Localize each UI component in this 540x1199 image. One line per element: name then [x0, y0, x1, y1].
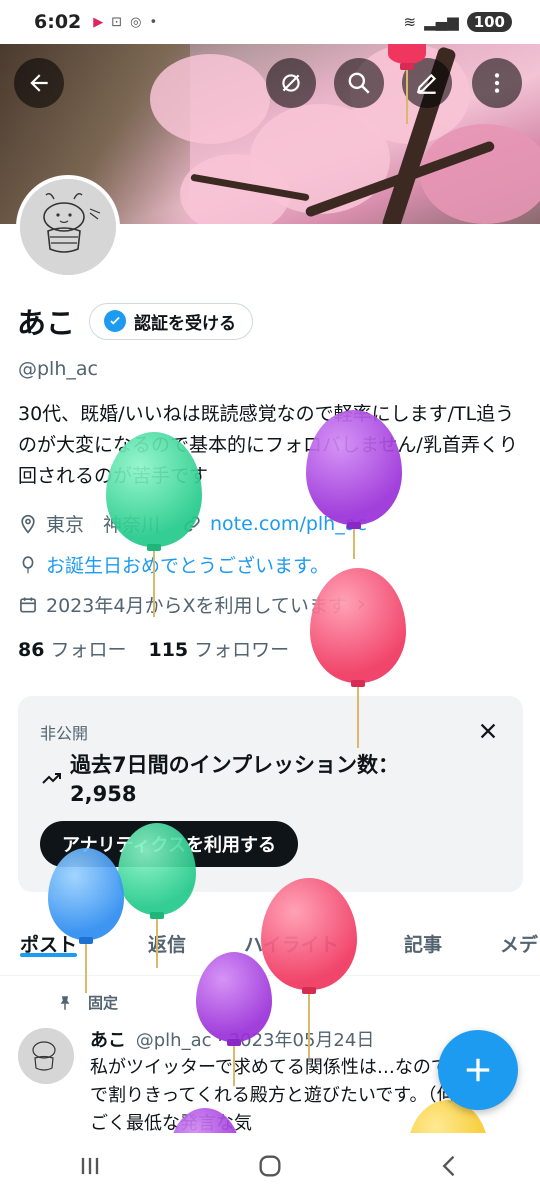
balloon-purple-2: [196, 952, 272, 1133]
followers-label: フォロワー: [194, 639, 290, 661]
balloon-pink-2: [261, 878, 357, 1058]
balloon-purple-3: [170, 1108, 240, 1133]
pinned-indicator: 固定: [56, 992, 118, 1013]
location-icon: [21, 514, 35, 534]
pinned-label: 固定: [88, 994, 119, 1012]
sync-off-button[interactable]: [266, 58, 316, 108]
home-icon[interactable]: [256, 1152, 284, 1180]
search-button[interactable]: [334, 58, 384, 108]
profile-avatar[interactable]: [16, 175, 120, 279]
calendar-icon: [20, 597, 36, 612]
impressions-value: 2,958: [70, 782, 137, 806]
instagram-icon: ◎: [130, 14, 142, 30]
back-button[interactable]: [14, 58, 64, 108]
app-notification-icon: ▶: [93, 14, 104, 30]
back-arrow-icon: [30, 74, 48, 92]
signal-icon: ▂▄▆: [424, 13, 459, 31]
sync-off-icon: [282, 74, 300, 92]
followers-link[interactable]: 115 フォロワー: [148, 635, 289, 662]
system-nav-bar: [0, 1133, 540, 1199]
trending-icon: [42, 773, 61, 784]
balloon-blue-1: [48, 848, 124, 993]
verified-badge-icon: [104, 310, 127, 332]
tab-articles[interactable]: 記事: [404, 918, 442, 957]
followers-count: 115: [148, 639, 189, 661]
post-avatar[interactable]: [18, 1028, 74, 1084]
profile-bio: 30代、既婚/いいねは既読感覚なので軽率にします/TL追うのが大変になるので基本…: [18, 403, 518, 487]
name-row: あこ 認証を受ける: [17, 300, 254, 342]
post-avatar-drawing: [18, 1028, 74, 1084]
impressions-label: 過去7日間のインプレッション数：: [70, 753, 399, 777]
more-button[interactable]: [472, 58, 522, 108]
wifi-icon: ≋: [403, 13, 417, 31]
profile-handle: @plh_ac: [18, 358, 98, 380]
balloon-purple-1: [306, 410, 402, 560]
balloon-red-top: [388, 44, 426, 124]
balloon-icon: [22, 555, 34, 573]
pin-icon: [60, 995, 70, 1010]
display-name: あこ: [17, 306, 76, 340]
following-label: フォロー: [50, 639, 127, 661]
get-verified-button[interactable]: 認証を受ける: [89, 302, 254, 340]
notification-icons: ▶ ⊡ ◎ •: [93, 15, 157, 30]
tab-media[interactable]: メデ: [500, 918, 538, 957]
post-author: あこ: [90, 1030, 126, 1051]
balloon-pink-1: [310, 568, 406, 748]
avatar-drawing: [20, 179, 116, 275]
balloon-green-1: [106, 432, 202, 617]
follow-stats: 86 フォロー 115 フォロワー: [18, 635, 289, 662]
private-label: 非公開: [40, 724, 89, 743]
back-icon[interactable]: [436, 1152, 464, 1180]
status-right: ≋ ▂▄▆ 100: [403, 12, 512, 32]
following-count: 86: [18, 639, 45, 661]
get-verified-label: 認証を受ける: [134, 313, 237, 334]
more-icon: [494, 73, 500, 93]
battery-indicator: 100: [466, 12, 512, 32]
impressions-title: 過去7日間のインプレッション数： 2,958: [40, 751, 399, 809]
close-icon[interactable]: [477, 720, 499, 742]
recents-icon[interactable]: [76, 1152, 104, 1180]
following-link[interactable]: 86 フォロー: [18, 635, 126, 662]
dot-icon: •: [149, 14, 158, 30]
balloon-green-2: [118, 823, 196, 968]
sim-icon: ⊡: [111, 14, 123, 30]
status-time: 6:02: [34, 11, 82, 33]
plus-icon: [466, 1058, 490, 1082]
compose-fab[interactable]: [438, 1030, 518, 1110]
status-bar: 6:02 ▶ ⊡ ◎ • ≋ ▂▄▆ 100: [0, 0, 540, 44]
search-icon: [348, 72, 370, 94]
